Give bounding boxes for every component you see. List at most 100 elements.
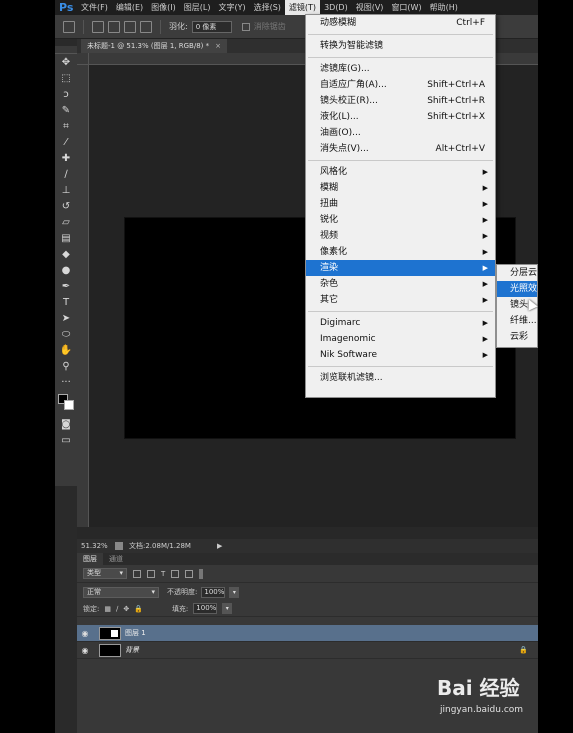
render-submenu-item[interactable]: 分层云 <box>497 265 537 281</box>
menu-item[interactable]: 文字(Y) <box>214 0 249 15</box>
intersect-selection-icon[interactable] <box>140 20 152 33</box>
type-tool-icon[interactable]: T <box>55 294 77 310</box>
move-tool-icon[interactable]: ✥ <box>55 54 77 70</box>
close-icon[interactable]: × <box>215 42 221 50</box>
pixel-filter-icon[interactable] <box>133 569 141 578</box>
menu-item[interactable]: 文件(F) <box>77 0 112 15</box>
eyedropper-tool-icon[interactable]: ⁄ <box>55 134 77 150</box>
filter-menu-item[interactable]: 模糊 ▶ <box>306 180 495 196</box>
screen-mode-icon[interactable]: ▭ <box>55 432 77 448</box>
left-letterbox <box>0 0 55 733</box>
menu-item[interactable]: 滤镜(T) <box>284 0 321 15</box>
path-select-tool-icon[interactable]: ➤ <box>55 310 77 326</box>
color-swatches[interactable] <box>55 390 77 416</box>
filter-menu-item[interactable]: Digimarc ▶ <box>306 315 495 331</box>
layer-name[interactable]: 图层 1 <box>125 628 146 638</box>
lock-position-icon[interactable]: ✥ <box>123 605 129 613</box>
render-submenu-item[interactable]: 光照效 <box>497 281 537 297</box>
filter-menu-item[interactable]: 油画(O)... <box>306 125 495 141</box>
filter-menu-item[interactable]: Imagenomic ▶ <box>306 331 495 347</box>
menu-item[interactable]: 3D(D) <box>320 0 352 15</box>
crop-tool-icon[interactable]: ⌗ <box>55 118 77 134</box>
background-color[interactable] <box>64 400 74 410</box>
menu-item[interactable]: 视图(V) <box>352 0 388 15</box>
filter-menu-item[interactable]: 转换为智能滤镜 <box>306 38 495 54</box>
blur-tool-icon[interactable]: ◆ <box>55 246 77 262</box>
vertical-ruler[interactable] <box>77 65 89 527</box>
type-filter-icon[interactable]: T <box>161 570 165 578</box>
filter-menu-item[interactable]: 渲染 ▶ <box>306 260 495 276</box>
layer-name[interactable]: 背景 <box>125 645 139 655</box>
antialias-checkbox[interactable] <box>241 22 250 31</box>
menu-item[interactable]: 帮助(H) <box>426 0 462 15</box>
filter-menu-item[interactable]: 风格化 ▶ <box>306 164 495 180</box>
menu-item[interactable]: 编辑(E) <box>112 0 147 15</box>
menu-item[interactable]: 图像(I) <box>147 0 180 15</box>
filter-menu-item[interactable]: 镜头校正(R)... Shift+Ctrl+R <box>306 93 495 109</box>
stamp-tool-icon[interactable]: ⊥ <box>55 182 77 198</box>
layer-row[interactable]: ◉ 背景 🔒 <box>77 642 538 659</box>
menu-item[interactable]: 选择(S) <box>250 0 285 15</box>
eraser-tool-icon[interactable]: ▱ <box>55 214 77 230</box>
eye-icon[interactable]: ◉ <box>77 646 93 655</box>
brush-tool-icon[interactable]: ∕ <box>55 166 77 182</box>
filter-menu-item[interactable]: 滤镜库(G)... <box>306 61 495 77</box>
lock-pixels-icon[interactable]: ∕ <box>116 605 118 613</box>
filter-menu-item[interactable]: 视频 ▶ <box>306 228 495 244</box>
filter-menu-item[interactable]: 锐化 ▶ <box>306 212 495 228</box>
menu-item[interactable]: 窗口(W) <box>387 0 425 15</box>
filter-menu-item[interactable]: 浏览联机滤镜... <box>306 370 495 386</box>
lock-all-icon[interactable]: 🔒 <box>134 605 143 613</box>
filter-menu-item[interactable]: 自适应广角(A)... Shift+Ctrl+A <box>306 77 495 93</box>
add-selection-icon[interactable] <box>108 20 120 33</box>
opacity-input[interactable]: 100% <box>201 586 226 598</box>
fill-input[interactable]: 100% <box>193 603 218 614</box>
history-brush-icon[interactable]: ↺ <box>55 198 77 214</box>
opacity-slider-icon[interactable]: ▾ <box>229 586 240 598</box>
smart-object-filter-icon[interactable] <box>185 569 194 578</box>
filter-menu-item[interactable]: 其它 ▶ <box>306 292 495 308</box>
filter-menu-item[interactable]: 动感模糊 Ctrl+F <box>306 15 495 31</box>
menu-item[interactable]: 图层(L) <box>180 0 215 15</box>
zoom-tool-icon[interactable]: ⚲ <box>55 358 77 374</box>
eye-icon[interactable]: ◉ <box>77 629 93 638</box>
fill-slider-icon[interactable]: ▾ <box>222 603 233 614</box>
document-tab[interactable]: 未标题-1 @ 51.3% (图层 1, RGB/8) * × <box>81 39 227 53</box>
render-submenu-item[interactable]: 纤维... <box>497 313 537 329</box>
tab-channels[interactable]: 通道 <box>103 553 129 565</box>
quick-mask-icon[interactable]: ◙ <box>55 416 77 432</box>
new-selection-icon[interactable] <box>92 20 104 33</box>
subtract-selection-icon[interactable] <box>124 20 136 33</box>
adjustment-filter-icon[interactable] <box>147 569 155 578</box>
lock-transparent-icon[interactable]: ▦ <box>104 605 111 613</box>
lasso-tool-icon[interactable]: ↄ <box>55 86 77 102</box>
watermark-url: jingyan.baidu.com <box>440 705 524 715</box>
filter-menu-item[interactable]: 像素化 ▶ <box>306 244 495 260</box>
tools-grip[interactable] <box>55 46 77 54</box>
gradient-tool-icon[interactable]: ▤ <box>55 230 77 246</box>
zoom-level[interactable]: 51.32% <box>81 542 109 550</box>
filter-menu-item[interactable]: 液化(L)... Shift+Ctrl+X <box>306 109 495 125</box>
shape-tool-icon[interactable]: ⬭ <box>55 326 77 342</box>
hand-tool-icon[interactable]: ✋ <box>55 342 77 358</box>
marquee-tool-icon[interactable]: ⬚ <box>55 70 77 86</box>
render-submenu-item[interactable]: 云彩 <box>497 329 537 345</box>
shape-filter-icon[interactable] <box>171 569 180 578</box>
filter-menu-item[interactable]: Nik Software ▶ <box>306 347 495 363</box>
filter-toggle[interactable] <box>199 568 204 579</box>
status-menu-arrow-icon[interactable]: ▶ <box>217 542 222 550</box>
healing-tool-icon[interactable]: ✚ <box>55 150 77 166</box>
quick-select-tool-icon[interactable]: ✎ <box>55 102 77 118</box>
filter-menu-item[interactable]: 消失点(V)... Alt+Ctrl+V <box>306 141 495 157</box>
filter-menu-item[interactable]: 杂色 ▶ <box>306 276 495 292</box>
filter-menu-item[interactable]: 扭曲 ▶ <box>306 196 495 212</box>
dodge-tool-icon[interactable]: ● <box>55 262 77 278</box>
layer-row[interactable]: ◉ 图层 1 <box>77 625 538 642</box>
tab-layers[interactable]: 图层 <box>77 553 103 565</box>
pen-tool-icon[interactable]: ✒ <box>55 278 77 294</box>
layer-filter-dropdown[interactable]: 类型 ▾ <box>83 568 127 579</box>
more-tools-icon[interactable]: ··· <box>55 374 77 390</box>
marquee-tool-icon[interactable] <box>63 20 75 33</box>
blend-mode-dropdown[interactable]: 正常 ▾ <box>83 586 159 598</box>
feather-input[interactable]: 0 像素 <box>191 20 232 33</box>
